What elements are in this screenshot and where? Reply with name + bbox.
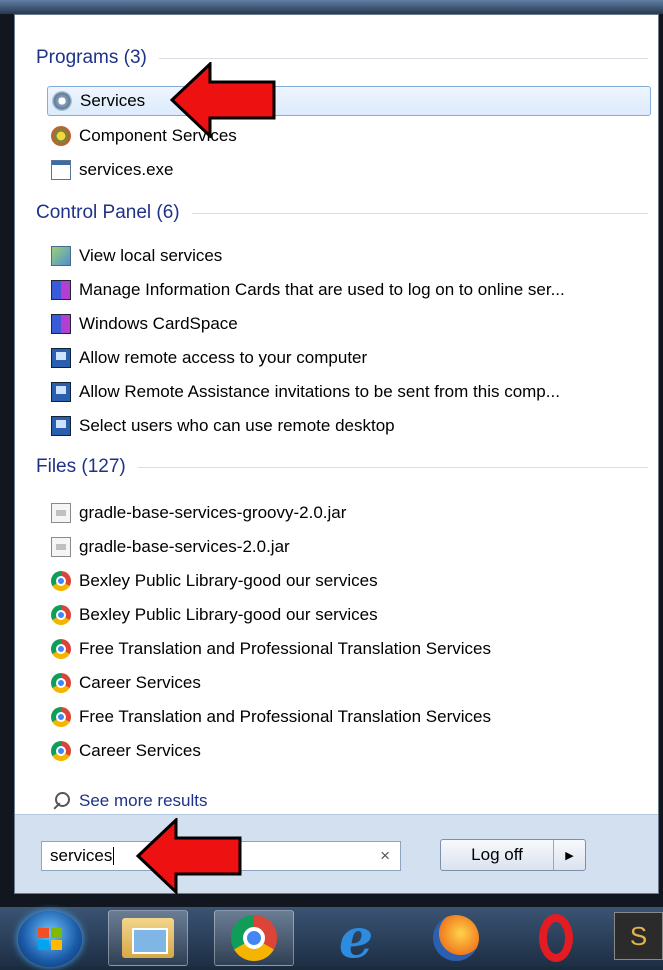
desktop-top-edge <box>0 0 663 14</box>
program-item-services[interactable]: Services <box>47 86 651 116</box>
chrome-icon <box>51 571 71 591</box>
chrome-icon <box>51 605 71 625</box>
remote-desktop-icon <box>51 382 71 402</box>
start-menu: Programs (3) Services Component Services… <box>14 14 659 894</box>
item-label: Free Translation and Professional Transl… <box>79 639 491 658</box>
chrome-icon <box>231 915 277 961</box>
log-off-button[interactable]: Log off <box>441 840 554 870</box>
text-caret <box>113 847 115 865</box>
item-label: View local services <box>79 246 223 265</box>
control-panel-item[interactable]: Windows CardSpace <box>51 309 649 339</box>
remote-desktop-icon <box>51 416 71 436</box>
search-value: services <box>50 846 113 865</box>
section-files-title: Files (127) <box>36 456 126 477</box>
item-label: Windows CardSpace <box>79 314 238 333</box>
section-programs-title: Programs (3) <box>36 47 147 68</box>
item-label: Career Services <box>79 673 201 692</box>
start-button[interactable] <box>18 911 82 967</box>
taskbar-explorer[interactable] <box>108 910 188 966</box>
taskbar-app-button[interactable]: S <box>614 912 663 960</box>
red-arrow-annotation-icon <box>170 62 276 138</box>
taskbar-chrome[interactable] <box>214 910 294 966</box>
cardspace-icon <box>51 314 71 334</box>
internet-explorer-icon: e <box>338 906 374 970</box>
item-label: Bexley Public Library-good our services <box>79 605 378 624</box>
item-label: Allow Remote Assistance invitations to b… <box>79 382 560 401</box>
see-more-label: See more results <box>79 791 208 810</box>
file-item[interactable]: Bexley Public Library-good our services <box>51 600 649 630</box>
control-panel-item[interactable]: View local services <box>51 241 649 271</box>
opera-icon <box>539 914 573 962</box>
chrome-icon <box>51 741 71 761</box>
item-label: Select users who can use remote desktop <box>79 416 395 435</box>
control-panel-item[interactable]: Allow Remote Assistance invitations to b… <box>51 377 649 407</box>
item-label: Manage Information Cards that are used t… <box>79 280 565 299</box>
taskbar-opera[interactable] <box>516 910 596 966</box>
window-app-icon <box>51 160 71 180</box>
file-item[interactable]: Career Services <box>51 736 649 766</box>
clear-search-icon[interactable]: × <box>380 846 390 866</box>
item-label: gradle-base-services-groovy-2.0.jar <box>79 503 347 522</box>
file-item[interactable]: gradle-base-services-2.0.jar <box>51 532 649 562</box>
item-label: Services <box>80 91 146 110</box>
windows-logo-icon <box>38 928 62 950</box>
services-gear-icon <box>52 91 72 111</box>
red-arrow-annotation-icon <box>136 818 242 894</box>
chrome-icon <box>51 707 71 727</box>
item-label: Free Translation and Professional Transl… <box>79 707 491 726</box>
jar-file-icon <box>51 537 71 557</box>
control-panel-item[interactable]: Allow remote access to your computer <box>51 343 649 373</box>
file-item[interactable]: Free Translation and Professional Transl… <box>51 634 649 664</box>
file-explorer-icon <box>122 918 174 958</box>
jar-file-icon <box>51 503 71 523</box>
section-files-header: Files (127) <box>36 456 648 478</box>
screen: Programs (3) Services Component Services… <box>0 0 663 967</box>
control-panel-item[interactable]: Manage Information Cards that are used t… <box>51 275 649 305</box>
remote-desktop-icon <box>51 348 71 368</box>
item-label: Career Services <box>79 741 201 760</box>
control-panel-item[interactable]: Select users who can use remote desktop <box>51 411 649 441</box>
taskbar-firefox[interactable] <box>416 910 496 966</box>
section-divider <box>191 212 648 214</box>
program-item-component-services[interactable]: Component Services <box>51 121 649 151</box>
item-label: Allow remote access to your computer <box>79 348 368 367</box>
file-item[interactable]: Bexley Public Library-good our services <box>51 566 649 596</box>
component-services-icon <box>51 126 71 146</box>
shutdown-options-arrow-icon[interactable]: ▶ <box>554 840 585 870</box>
section-divider <box>158 57 648 59</box>
section-programs-header: Programs (3) <box>36 47 648 69</box>
log-off-button-group: Log off ▶ <box>440 839 586 871</box>
see-more-results-link[interactable]: See more results <box>51 787 208 815</box>
section-control-panel-header: Control Panel (6) <box>36 202 648 224</box>
taskbar: e S <box>0 907 663 967</box>
file-item[interactable]: Free Translation and Professional Transl… <box>51 702 649 732</box>
file-item[interactable]: Career Services <box>51 668 649 698</box>
program-item-services-exe[interactable]: services.exe <box>51 155 649 185</box>
section-divider <box>137 466 648 468</box>
item-label: services.exe <box>79 160 174 179</box>
file-item[interactable]: gradle-base-services-groovy-2.0.jar <box>51 498 649 528</box>
section-control-panel-title: Control Panel (6) <box>36 202 180 223</box>
chrome-icon <box>51 639 71 659</box>
search-magnifier-icon <box>51 791 71 811</box>
item-label: Bexley Public Library-good our services <box>79 571 378 590</box>
start-menu-bottom-bar: services × Log off ▶ <box>15 814 658 893</box>
firefox-icon <box>433 915 479 961</box>
taskbar-internet-explorer[interactable]: e <box>316 910 396 966</box>
item-label: gradle-base-services-2.0.jar <box>79 537 290 556</box>
chrome-icon <box>51 673 71 693</box>
cardspace-icon <box>51 280 71 300</box>
control-panel-icon <box>51 246 71 266</box>
